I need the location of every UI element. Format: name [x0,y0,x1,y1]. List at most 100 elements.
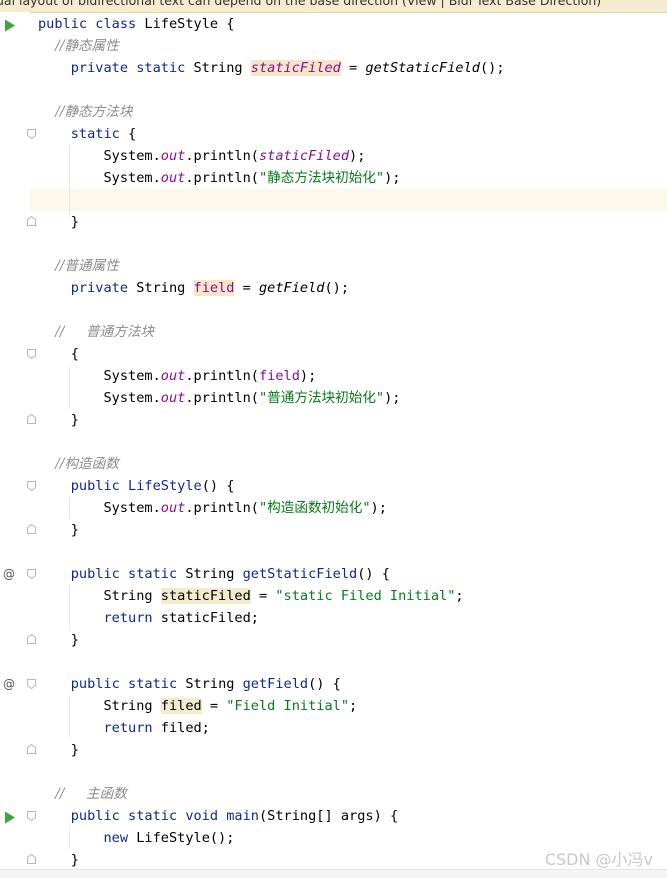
code-token: public static [38,566,186,582]
code-token: public static void [38,808,227,824]
code-line[interactable]: { [38,343,79,365]
code-token: ); [384,390,401,406]
code-token: staticFiled; [160,610,259,626]
code-line[interactable]: } [38,739,79,761]
code-token: LifeStyle(); [136,830,235,846]
code-token: } [38,522,79,538]
code-line[interactable]: System.out.println("构造函数初始化"); [38,497,386,519]
code-token: out [160,368,186,384]
code-token: (); [479,60,505,76]
code-token: = [340,60,366,76]
code-token: String [185,566,243,582]
code-token: = [234,280,259,296]
run-main-icon[interactable] [4,809,16,824]
override-marker-icon[interactable]: @ [3,566,17,582]
fold-marker-icon[interactable] [27,349,36,359]
code-line[interactable]: // 普通方法块 [38,321,154,343]
code-line[interactable]: public static String getStaticField() { [38,563,390,585]
code-line[interactable]: //构造函数 [38,453,119,475]
code-token: "普通方法块初始化" [259,390,385,406]
fold-marker-icon[interactable] [27,679,36,689]
code-line[interactable]: // 主函数 [38,783,127,805]
code-token: String [185,676,243,692]
code-token: staticFiled [160,588,251,604]
code-token: System. [38,170,161,186]
code-token: .println( [185,148,259,164]
code-line[interactable]: public LifeStyle() { [38,475,235,497]
fold-marker-icon[interactable] [27,216,36,226]
code-token: "static Filed Initial" [275,588,456,604]
code-line[interactable]: private String field = getField(); [38,277,349,299]
fold-marker-icon[interactable] [27,569,36,579]
code-line[interactable]: return staticFiled; [38,607,259,629]
code-token: System. [38,368,161,384]
code-token: ); [299,368,317,384]
fold-marker-icon[interactable] [27,524,36,534]
code-token: () { [357,566,390,582]
fold-marker-icon[interactable] [27,744,36,754]
code-token: out [160,170,186,186]
override-marker-icon[interactable]: @ [3,676,17,692]
code-line[interactable]: } [38,629,79,651]
code-token: //静态方法块 [38,104,133,120]
editor-gutter [0,12,30,877]
code-token: out [160,500,186,516]
current-line-highlight [0,189,667,211]
code-line[interactable]: System.out.println("静态方法块初始化"); [38,167,400,189]
code-line[interactable]: static { [38,123,136,145]
code-token: "静态方法块初始化" [259,170,385,186]
code-token: { [38,346,79,362]
code-token: filed; [160,720,210,736]
code-token: () { [308,676,341,692]
code-token: getField [242,676,309,692]
code-token: .println( [185,390,259,406]
code-line[interactable]: } [38,849,79,871]
run-class-icon[interactable] [4,17,16,32]
code-line[interactable]: public class LifeStyle { [38,13,234,35]
code-token: } [38,412,79,428]
code-line[interactable]: private static String staticFiled = getS… [38,57,505,79]
code-line[interactable]: } [38,409,79,431]
code-token: System. [38,500,161,516]
code-line[interactable]: new LifeStyle(); [38,827,234,849]
code-line[interactable]: } [38,211,79,233]
code-line[interactable]: public static void main(String[] args) { [38,805,398,827]
code-line[interactable]: String staticFiled = "static Filed Initi… [38,585,464,607]
fold-marker-icon[interactable] [27,414,36,424]
code-token: public class [38,16,145,32]
code-token: getStaticField [242,566,358,582]
code-line[interactable]: System.out.println("普通方法块初始化"); [38,387,401,409]
code-token: new [38,830,137,846]
code-token: public [38,478,129,494]
code-token: // 主函数 [38,786,127,802]
code-token: String [136,280,194,296]
code-token: return [38,720,161,736]
code-line[interactable]: System.out.println(staticFiled); [38,145,365,167]
code-token: getStaticField [365,60,480,76]
code-token: } [38,852,79,868]
code-token: = [250,588,276,604]
code-line[interactable]: System.out.println(field); [38,365,316,387]
code-token: ; [455,588,464,604]
code-line[interactable]: //静态方法块 [38,101,132,123]
code-line[interactable]: //静态属性 [38,35,119,57]
code-line[interactable]: public static String getField() { [38,673,341,695]
fold-marker-icon[interactable] [27,129,36,139]
fold-marker-icon[interactable] [27,634,36,644]
code-token: .println( [185,368,259,384]
fold-marker-icon[interactable] [27,811,36,821]
code-token: public static [38,676,186,692]
code-line[interactable]: return filed; [38,717,210,739]
code-token: } [38,742,79,758]
code-line[interactable]: //普通属性 [38,255,119,277]
code-line[interactable]: String filed = "Field Initial"; [38,695,357,717]
code-token: System. [38,148,161,164]
code-line[interactable]: } [38,519,79,541]
code-token: ); [349,148,366,164]
code-token: .println( [185,500,259,516]
code-token: "构造函数初始化" [259,500,371,516]
banner-text: ual layout of bidirectional text can dep… [0,0,602,8]
fold-marker-icon[interactable] [27,481,36,491]
code-token: String [193,60,251,76]
fold-marker-icon[interactable] [27,854,36,864]
